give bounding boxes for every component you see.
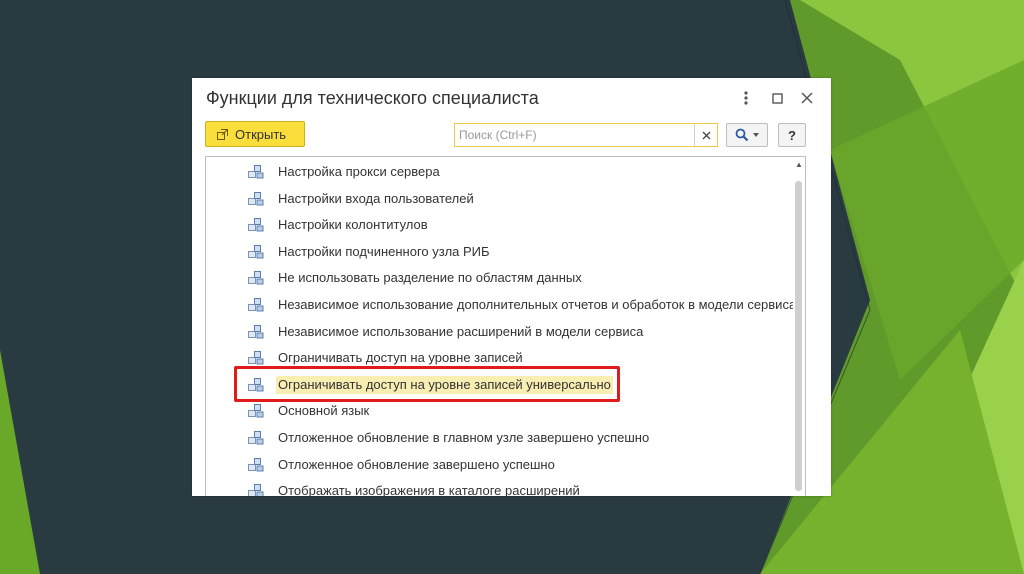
list-item-label: Не использовать разделение по областям д… (278, 270, 582, 286)
functions-list: Настройка прокси сервера Настройки входа … (205, 156, 806, 496)
list-item-label: Ограничивать доступ на уровне записей ун… (276, 375, 613, 394)
list-item-label: Отложенное обновление в главном узле зав… (278, 430, 650, 445)
list-item-label: Независимое использование расширений в м… (278, 323, 644, 339)
list-item-label: Независимое использование дополнительных… (278, 297, 797, 312)
list-item[interactable]: Ограничивать доступ на уровне записей (206, 345, 786, 371)
list-item[interactable]: Настройки входа пользователей (206, 186, 786, 212)
kebab-menu-icon[interactable] (736, 88, 756, 108)
close-icon[interactable] (797, 88, 817, 108)
list-item-label: Настройки колонтитулов (278, 217, 428, 233)
function-item-icon (248, 457, 264, 472)
clear-icon[interactable] (694, 124, 717, 146)
maximize-icon[interactable] (767, 88, 787, 108)
list-item-label: Отображать изображения в каталоге расшир… (278, 483, 580, 496)
list-item-label: Настройки подчиненного узла РИБ (278, 243, 490, 259)
list-item[interactable]: Ограничивать доступ на уровне записей ун… (206, 372, 786, 398)
list-item-label: Основной язык (278, 403, 370, 419)
function-item-icon (248, 218, 264, 232)
chevron-down-icon (753, 133, 759, 137)
list-item-label: Ограничивать доступ на уровне записей (278, 350, 523, 366)
function-item-icon (248, 324, 264, 339)
search-icon (735, 128, 749, 142)
function-item-icon (248, 431, 264, 445)
function-item-icon (248, 191, 264, 206)
function-item-icon (248, 351, 264, 365)
list-item[interactable]: Независимое использование расширений в м… (206, 319, 786, 345)
list-item[interactable]: Настройка прокси сервера (206, 159, 786, 185)
search-button[interactable] (726, 123, 768, 147)
list-item[interactable]: Независимое использование дополнительных… (206, 292, 796, 318)
list-item[interactable]: Настройки колонтитулов (206, 212, 786, 238)
list-item-label: Отложенное обновление завершено успешно (278, 456, 555, 472)
functions-dialog: Функции для технического специалиста Отк… (192, 78, 831, 496)
search-box (454, 123, 718, 147)
search-input[interactable] (459, 126, 689, 144)
list-item[interactable]: Не использовать разделение по областям д… (206, 265, 786, 291)
function-item-icon (248, 484, 264, 496)
function-item-icon (248, 298, 264, 312)
scroll-thumb[interactable] (795, 181, 802, 491)
open-button-label: Открыть (235, 126, 287, 142)
list-item[interactable]: Настройки подчиненного узла РИБ (206, 239, 786, 265)
function-item-icon (248, 165, 264, 179)
list-item[interactable]: Отложенное обновление в главном узле зав… (206, 425, 786, 451)
function-item-icon (248, 404, 264, 418)
dialog-title: Функции для технического специалиста (206, 88, 539, 108)
open-icon (216, 128, 229, 141)
function-item-icon (248, 244, 264, 259)
list-item[interactable]: Отложенное обновление завершено успешно (206, 452, 786, 478)
scroll-up-icon[interactable]: ▲ (793, 157, 805, 171)
list-item-label: Настройка прокси сервера (278, 164, 440, 179)
help-button[interactable]: ? (778, 123, 806, 147)
open-button[interactable]: Открыть (205, 121, 305, 147)
function-item-icon (248, 271, 264, 285)
function-item-icon (248, 377, 264, 392)
scrollbar[interactable]: ▲ (793, 157, 805, 496)
list-item-label: Настройки входа пользователей (278, 190, 474, 206)
list-item[interactable]: Основной язык (206, 398, 786, 424)
list-item[interactable]: Отображать изображения в каталоге расшир… (206, 478, 786, 496)
